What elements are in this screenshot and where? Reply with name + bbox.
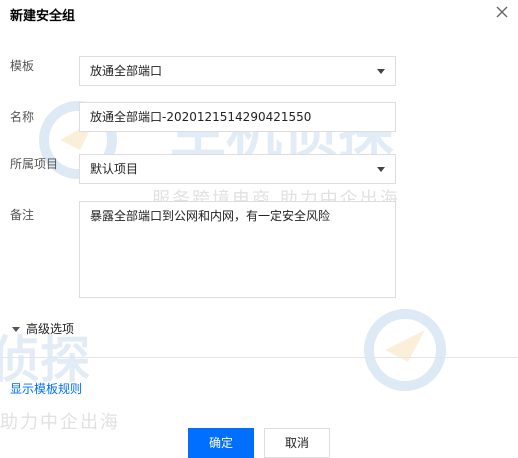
chevron-down-icon — [377, 69, 385, 74]
advanced-options-toggle[interactable]: 高级选项 — [12, 320, 74, 337]
template-select[interactable]: 放通全部端口 — [79, 56, 396, 86]
project-select[interactable]: 默认项目 — [79, 154, 396, 184]
name-input-value: 放通全部端口-2020121514290421550 — [90, 110, 312, 124]
watermark-slogan-partial: 助力中企出海 — [0, 412, 120, 433]
confirm-button[interactable]: 确定 — [188, 428, 254, 458]
name-input[interactable]: 放通全部端口-2020121514290421550 — [79, 102, 396, 132]
new-security-group-dialog: 主机侦探 服务跨境电商 助力中企出海 侦探 助力中企出海 新建安全组 模板 放通… — [0, 0, 518, 458]
template-select-value: 放通全部端口 — [90, 64, 163, 78]
remark-textarea-value: 暴露全部端口到公网和内网，有一定安全风险 — [90, 209, 331, 223]
caret-down-icon — [12, 327, 20, 332]
name-label: 名称 — [10, 110, 35, 124]
project-select-value: 默认项目 — [90, 162, 139, 176]
project-label: 所属项目 — [10, 157, 59, 171]
show-template-rules-link[interactable]: 显示模板规则 — [10, 380, 82, 397]
chevron-down-icon — [377, 167, 385, 172]
advanced-options-label: 高级选项 — [26, 322, 75, 336]
divider — [0, 357, 518, 358]
close-icon[interactable] — [494, 4, 510, 20]
template-label: 模板 — [10, 59, 35, 73]
remark-label: 备注 — [10, 208, 35, 222]
remark-textarea[interactable]: 暴露全部端口到公网和内网，有一定安全风险 — [79, 201, 396, 298]
cancel-button[interactable]: 取消 — [264, 428, 330, 458]
dialog-title: 新建安全组 — [10, 9, 76, 24]
